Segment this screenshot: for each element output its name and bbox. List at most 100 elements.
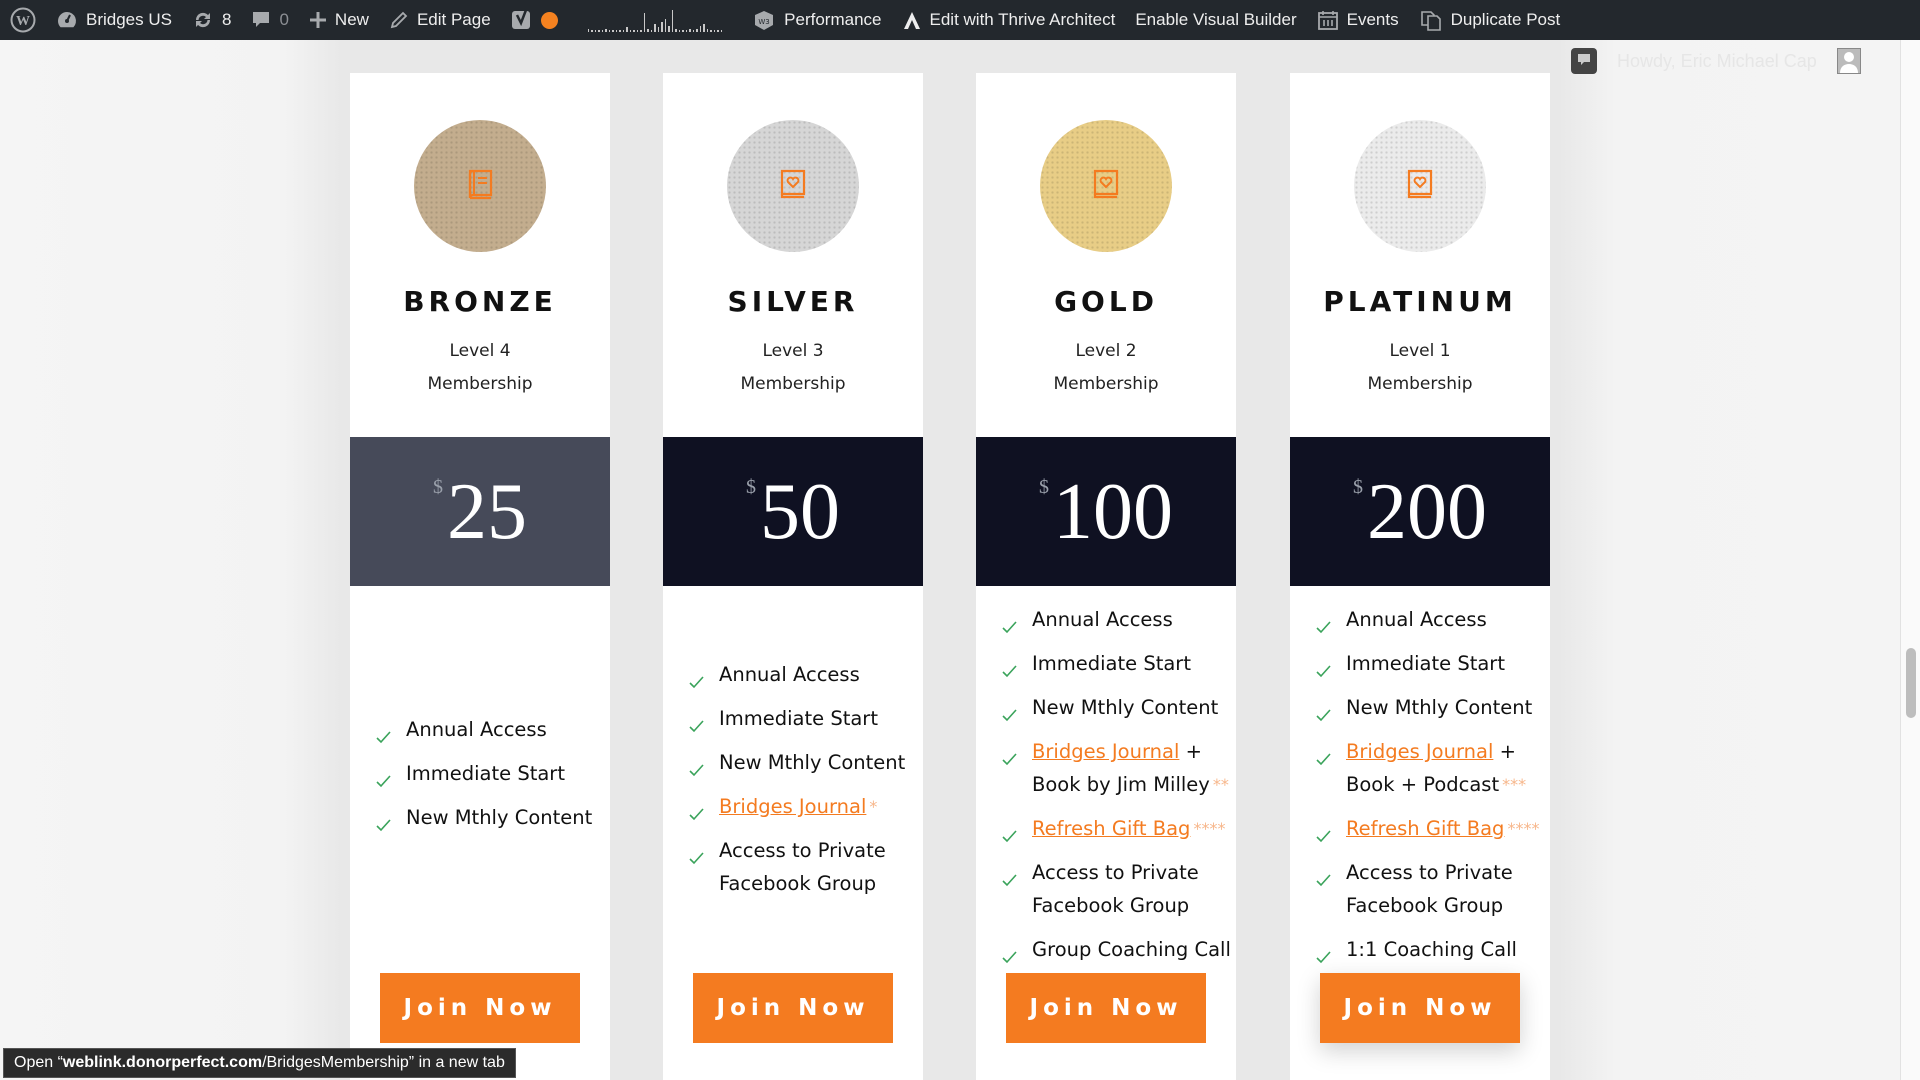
thrive-architect-button[interactable]: Edit with Thrive Architect <box>892 0 1126 40</box>
feature-link[interactable]: Bridges Journal <box>1346 740 1493 763</box>
feature-text: New Mthly Content <box>1346 696 1533 719</box>
sparkline-bar <box>713 30 716 32</box>
price-band: $ 25 <box>350 437 610 586</box>
checkmark-icon <box>376 765 392 798</box>
price-band: $ 50 <box>663 437 923 586</box>
feature-item: New Mthly Content <box>687 746 923 779</box>
scrollbar-thumb[interactable] <box>1906 648 1916 718</box>
sparkline-bar <box>640 30 642 32</box>
updates-button[interactable]: 8 <box>182 0 241 40</box>
sparkline-bar <box>671 9 674 32</box>
sparkline-bar <box>710 30 712 32</box>
tier-name: PLATINUM <box>1323 285 1517 318</box>
wp-logo-button[interactable]: W <box>0 0 46 40</box>
feature-link[interactable]: Bridges Journal <box>719 795 866 818</box>
feature-link[interactable]: Refresh Gift Bag <box>1032 817 1190 840</box>
feature-list: Annual Access Immediate Start New Mthly Co… <box>374 713 610 845</box>
checkmark-icon <box>689 754 705 787</box>
feature-item: Annual Access <box>1000 603 1236 636</box>
sparkline-bar <box>692 30 695 32</box>
tier-badge <box>727 120 859 252</box>
sparkline-bar <box>633 30 635 32</box>
howdy-greeting[interactable]: Howdy, Eric Michael Cap <box>1617 51 1817 72</box>
feature-link[interactable]: Refresh Gift Bag <box>1346 817 1504 840</box>
feature-text: Immediate Start <box>1032 652 1191 675</box>
pricing-card-bronze: BRONZE Level 4 Membership $ 25 Annual Ac… <box>350 73 610 1080</box>
footnote-marker: *** <box>1502 775 1527 794</box>
events-label: Events <box>1346 10 1399 29</box>
edit-page-button[interactable]: Edit Page <box>379 0 501 40</box>
checkmark-icon <box>1316 864 1332 897</box>
join-now-button[interactable]: Join Now <box>1320 973 1520 1043</box>
chat-button[interactable] <box>1571 48 1597 74</box>
join-now-button[interactable]: Join Now <box>1006 973 1206 1043</box>
checkmark-icon <box>1316 655 1332 688</box>
book-icon <box>465 168 495 204</box>
site-name-menu[interactable]: Bridges US <box>46 0 182 40</box>
sparkline-bar <box>675 28 677 32</box>
currency-symbol: $ <box>746 475 756 498</box>
feature-item: New Mthly Content <box>1314 691 1550 724</box>
performance-label: Performance <box>784 10 882 29</box>
traffic-sparkline[interactable] <box>568 0 743 40</box>
feature-text: New Mthly Content <box>719 751 906 774</box>
page-background <box>0 40 1900 1080</box>
feature-item: Access to Private Facebook Group <box>1000 856 1236 922</box>
book-heart-icon <box>778 168 808 204</box>
page-scrollbar[interactable] <box>1900 40 1920 1080</box>
feature-link[interactable]: Bridges Journal <box>1032 740 1179 763</box>
duplicate-post-button[interactable]: Duplicate Post <box>1409 0 1571 40</box>
feature-text: New Mthly Content <box>1032 696 1219 719</box>
join-now-button[interactable]: Join Now <box>693 973 893 1043</box>
sparkline-bar <box>587 28 590 32</box>
sparkline-bar <box>629 30 632 32</box>
performance-icon: W3 <box>752 9 776 31</box>
tier-badge <box>1354 120 1486 252</box>
sparkline-bar <box>720 30 723 32</box>
sparkline-bar <box>636 30 639 32</box>
user-avatar[interactable] <box>1836 48 1861 74</box>
feature-item: Annual Access <box>374 713 610 746</box>
comments-button[interactable]: 0 <box>241 0 298 40</box>
performance-menu[interactable]: W3 Performance <box>742 0 891 40</box>
tier-level: Level 2 <box>1075 341 1137 361</box>
duplicate-icon <box>1419 8 1443 32</box>
feature-item: Annual Access <box>1314 603 1550 636</box>
new-content-button[interactable]: New <box>299 0 379 40</box>
tier-subtitle: Membership <box>427 374 533 394</box>
sparkline-bar <box>622 30 625 32</box>
seo-menu[interactable] <box>501 0 568 40</box>
checkmark-icon <box>1316 699 1332 732</box>
feature-item: Access to Private Facebook Group <box>687 834 923 900</box>
feature-text: Annual Access <box>1032 608 1173 631</box>
status-domain: weblink.donorperfect.com <box>62 1054 263 1071</box>
sparkline-bar <box>612 30 614 32</box>
tier-name: BRONZE <box>403 285 557 318</box>
visual-builder-button[interactable]: Enable Visual Builder <box>1125 0 1306 40</box>
svg-text:W: W <box>16 14 30 29</box>
dashboard-icon <box>56 10 78 30</box>
seo-score-dot <box>540 11 558 29</box>
feature-text: 1:1 Coaching Call <box>1346 938 1517 961</box>
feature-text: Annual Access <box>719 663 860 686</box>
sparkline-bar <box>703 24 705 32</box>
plus-icon <box>309 11 327 29</box>
updates-count: 8 <box>221 10 232 29</box>
sparkline-bar <box>615 30 618 32</box>
events-menu[interactable]: Events <box>1307 0 1409 40</box>
checkmark-icon <box>1002 655 1018 688</box>
footnote-marker: ** <box>1212 775 1229 794</box>
sparkline-bar <box>699 25 702 32</box>
sparkline-bar <box>678 30 681 32</box>
duplicate-label: Duplicate Post <box>1450 10 1561 29</box>
footnote-marker: **** <box>1507 819 1540 838</box>
currency-symbol: $ <box>1353 475 1363 498</box>
tier-name: GOLD <box>1054 285 1158 318</box>
checkmark-icon <box>1002 864 1018 897</box>
join-now-button[interactable]: Join Now <box>380 973 580 1043</box>
footnote-marker: **** <box>1193 819 1226 838</box>
sparkline-bar <box>696 28 698 32</box>
checkmark-icon <box>1002 699 1018 732</box>
comment-icon <box>251 10 271 30</box>
calendar-icon <box>1317 9 1339 31</box>
